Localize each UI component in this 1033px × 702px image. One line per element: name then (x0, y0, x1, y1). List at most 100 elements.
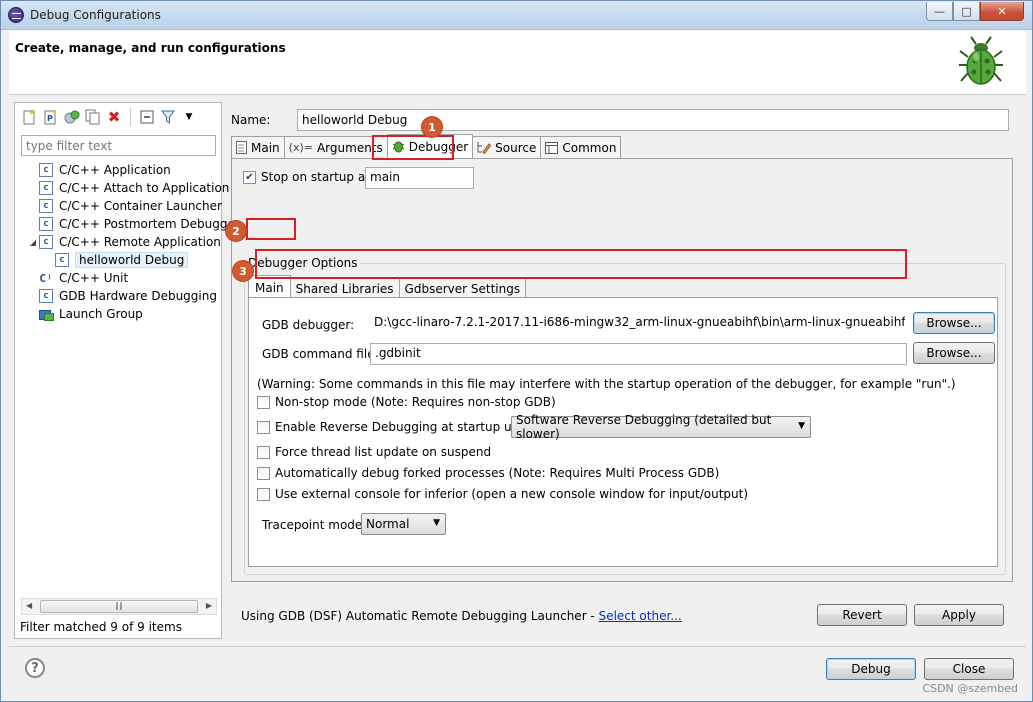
tree-item-cpp-application[interactable]: c C/C++ Application (27, 161, 171, 179)
tracepoint-label: Tracepoint mode: (262, 518, 367, 532)
launch-group-icon (39, 308, 54, 321)
scroll-right-icon[interactable]: ▶ (206, 601, 212, 610)
new-configuration-icon[interactable] (21, 108, 39, 126)
scroll-left-icon[interactable]: ◀ (26, 601, 32, 610)
inner-tab-shared-libraries[interactable]: Shared Libraries (289, 277, 400, 299)
delete-icon[interactable]: ✖ (105, 108, 123, 126)
page-title: Create, manage, and run configurations (15, 41, 286, 55)
c-file-icon: c (39, 217, 53, 231)
c-file-icon: c (39, 181, 53, 195)
bug-icon (959, 36, 1003, 85)
non-stop-mode-checkbox[interactable] (257, 395, 270, 409)
c-file-icon: c (39, 289, 53, 303)
common-tab-icon (545, 141, 559, 154)
c-file-icon: c (39, 235, 53, 249)
help-icon[interactable]: ? (25, 658, 45, 678)
source-tab-icon (477, 142, 492, 154)
tree-item-helloworld-debug[interactable]: c helloworld Debug (55, 251, 189, 269)
reverse-debugging-select[interactable]: Software Reverse Debugging (detailed but… (511, 413, 811, 441)
tree-toolbar: P ✖ ▼ (21, 108, 198, 126)
main-tab-icon (236, 141, 247, 154)
reverse-debugging-row: Enable Reverse Debugging at startup usin… (257, 420, 541, 434)
debug-button[interactable]: Debug (826, 658, 916, 680)
window-title: Debug Configurations (30, 8, 161, 22)
launcher-info: Using GDB (DSF) Automatic Remote Debuggi… (241, 609, 682, 623)
tab-common[interactable]: Common (540, 136, 622, 158)
close-button[interactable]: Close (924, 658, 1014, 680)
tab-source[interactable]: Source (472, 136, 542, 158)
minimize-button[interactable]: — (926, 2, 953, 21)
c-file-icon: c (39, 163, 53, 177)
c-unit-icon: C⁾ (39, 271, 53, 285)
tree-item-launch-group[interactable]: Launch Group (27, 305, 143, 323)
external-console-checkbox[interactable] (257, 487, 270, 501)
highlight-gdb-debugger (255, 249, 907, 279)
non-stop-mode-row: Non-stop mode (Note: Requires non-stop G… (257, 395, 556, 409)
browse-gdb-command-file-button[interactable]: Browse... (913, 342, 995, 364)
gdb-debugger-label: GDB debugger: (262, 318, 355, 332)
filter-input[interactable] (21, 135, 216, 156)
reverse-debugging-checkbox[interactable] (257, 420, 270, 434)
collapse-all-icon[interactable] (138, 108, 156, 126)
view-menu-icon[interactable]: ▼ (180, 108, 198, 126)
chevron-down-icon: ▼ (433, 518, 440, 528)
debugger-option-tabs: Main Shared Libraries Gdbserver Settings (248, 275, 527, 299)
tracepoint-select[interactable]: Normal ▼ (361, 513, 446, 535)
highlight-inner-main-tab (246, 218, 296, 240)
tree-item-cpp-postmortem[interactable]: c C/C++ Postmortem Debugger (27, 215, 240, 233)
filter-status: Filter matched 9 of 9 items (20, 620, 182, 634)
revert-button[interactable]: Revert (817, 604, 907, 626)
annotation-badge-1: 1 (422, 117, 442, 137)
stop-on-startup-field[interactable]: main (365, 167, 474, 189)
debug-configurations-window: Debug Configurations — □ ✕ Create, manag… (0, 0, 1033, 702)
close-window-button[interactable]: ✕ (980, 2, 1024, 21)
c-file-icon: c (39, 199, 53, 213)
footer-divider (9, 646, 1026, 647)
tree-item-cpp-remote[interactable]: ◢ c C/C++ Remote Application (27, 233, 221, 251)
svg-text:P: P (47, 114, 53, 123)
gdb-debugger-input[interactable]: D:\gcc-linaro-7.2.1-2017.11-i686-mingw32… (370, 313, 905, 335)
watermark: CSDN @szembed (922, 682, 1018, 695)
new-prototype-icon[interactable]: P (42, 108, 60, 126)
eclipse-icon (8, 7, 24, 23)
gdbinit-warning: (Warning: Some commands in this file may… (257, 377, 956, 391)
force-thread-update-row: Force thread list update on suspend (257, 445, 491, 459)
annotation-badge-2: 2 (226, 221, 246, 241)
debug-forked-row: Automatically debug forked processes (No… (257, 466, 719, 480)
title-bar: Debug Configurations — □ ✕ (1, 1, 1032, 30)
tab-main[interactable]: Main (231, 136, 285, 158)
inner-tab-gdbserver-settings[interactable]: Gdbserver Settings (398, 277, 527, 299)
force-thread-update-checkbox[interactable] (257, 445, 270, 459)
tree-horizontal-scrollbar[interactable]: ◀ ‖‖ ▶ (21, 598, 217, 615)
filter-icon[interactable] (159, 108, 177, 126)
c-file-icon: c (55, 253, 69, 267)
annotation-badge-3: 3 (233, 261, 253, 281)
tree-item-cpp-unit[interactable]: C⁾ C/C++ Unit (27, 269, 128, 287)
debug-forked-checkbox[interactable] (257, 466, 270, 480)
toolbar-separator (130, 108, 131, 126)
maximize-button[interactable]: □ (953, 2, 980, 21)
configuration-tree-panel: P ✖ ▼ c C/C++ Application (14, 102, 240, 639)
gdb-command-file-input[interactable]: .gdbinit (370, 343, 907, 365)
select-other-link[interactable]: Select other... (599, 609, 682, 623)
gdb-command-file-label: GDB command file: (262, 347, 379, 361)
name-label: Name: (231, 113, 271, 127)
configuration-name-input[interactable] (297, 109, 1009, 131)
external-console-row: Use external console for inferior (open … (257, 487, 748, 501)
apply-button[interactable]: Apply (914, 604, 1004, 626)
browse-gdb-debugger-button[interactable]: Browse... (913, 312, 995, 334)
tree-item-cpp-container[interactable]: c C/C++ Container Launcher (27, 197, 222, 215)
debugger-main-options: GDB debugger: D:\gcc-linaro-7.2.1-2017.1… (248, 297, 998, 567)
scrollbar-thumb[interactable]: ‖‖ (40, 600, 198, 613)
export-icon[interactable] (63, 108, 81, 126)
debugger-tab-content: ✔ Stop on startup at: main Debugger Opti… (231, 158, 1013, 582)
tree-item-gdb-hardware[interactable]: c GDB Hardware Debugging (27, 287, 217, 305)
highlight-debugger-tab (372, 135, 454, 160)
stop-on-startup-row: ✔ Stop on startup at: (243, 170, 374, 184)
tree-item-cpp-attach[interactable]: c C/C++ Attach to Application (27, 179, 229, 197)
header-banner: Create, manage, and run configurations (9, 31, 1026, 95)
window-controls: — □ ✕ (926, 2, 1024, 21)
stop-on-startup-checkbox[interactable]: ✔ (243, 170, 256, 184)
expand-icon[interactable]: ◢ (27, 238, 39, 247)
duplicate-icon[interactable] (84, 108, 102, 126)
